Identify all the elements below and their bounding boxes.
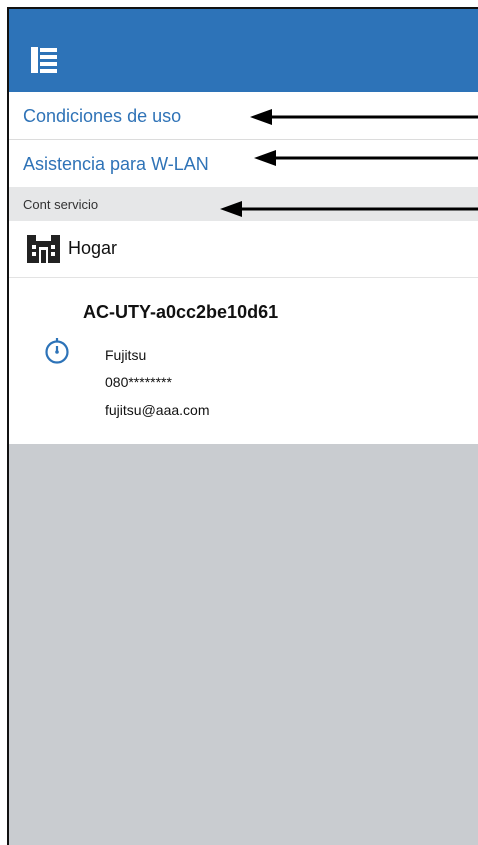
menu-panel: Condiciones de uso Asistencia para W-LAN… [9, 92, 478, 444]
device-name: AC-UTY-a0cc2be10d61 [83, 302, 279, 322]
menu-item-asistencia-w-lan[interactable]: Asistencia para W-LAN [9, 140, 478, 187]
menu-item-condiciones-de-uso[interactable]: Condiciones de uso [9, 92, 478, 140]
place-row[interactable]: Hogar [9, 221, 478, 278]
device-phone: 080******** [105, 374, 172, 390]
top-bar [9, 9, 478, 92]
home-icon [27, 235, 60, 263]
menu-item-label: Condiciones de uso [23, 106, 182, 126]
device-company: Fujitsu [105, 347, 147, 363]
timer-icon [43, 337, 71, 365]
section-header: Cont servicio [9, 187, 478, 221]
menu-item-label: Asistencia para W-LAN [23, 154, 209, 174]
app-screen: Condiciones de uso Asistencia para W-LAN… [7, 7, 478, 845]
menu-icon[interactable] [31, 47, 59, 73]
place-label: Hogar [68, 238, 118, 258]
device-email: fujitsu@aaa.com [105, 402, 210, 418]
